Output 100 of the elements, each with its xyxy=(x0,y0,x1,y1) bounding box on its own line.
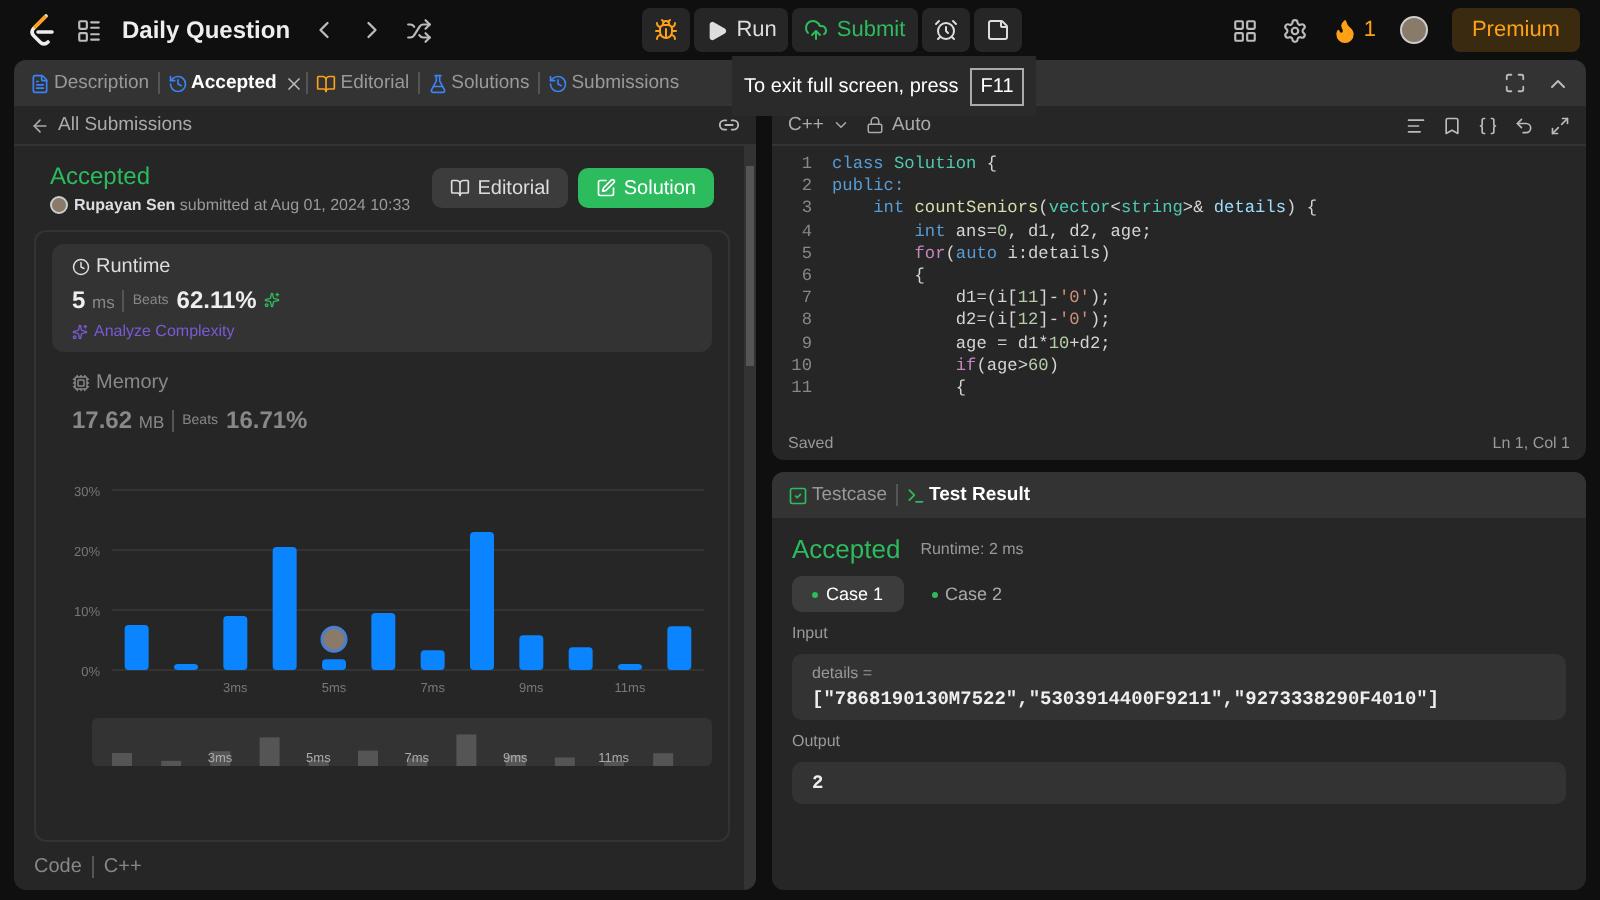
undo-icon[interactable] xyxy=(1514,115,1534,135)
code-line: d2=(i[12]-'0'); xyxy=(953,310,1111,334)
all-submissions-link[interactable]: All Submissions xyxy=(30,114,193,136)
line-number: 6 xyxy=(799,266,814,289)
line-number: 10 xyxy=(789,355,814,379)
beats-value: 16.71% xyxy=(226,406,308,434)
runtime-text: Runtime: 2 ms xyxy=(920,540,1024,558)
output-label: Output xyxy=(792,732,843,750)
runtime-value: 5 ms xyxy=(72,286,115,314)
chart-bar xyxy=(272,547,297,670)
grid-icon[interactable] xyxy=(1231,17,1258,43)
lock-icon xyxy=(865,116,884,134)
tab[interactable]: Editorial xyxy=(310,72,416,94)
submit-button[interactable]: Submit xyxy=(792,8,918,52)
bug-icon xyxy=(654,18,679,42)
fullscreen-icon[interactable] xyxy=(1504,72,1526,94)
code-line: public: xyxy=(832,176,905,199)
cloud-upload-icon xyxy=(804,18,829,42)
code-line: { xyxy=(912,266,925,289)
flame-icon xyxy=(1331,17,1358,43)
timer-button[interactable] xyxy=(921,8,970,52)
mode-button[interactable]: Auto xyxy=(865,114,932,136)
settings-icon[interactable] xyxy=(1281,17,1308,43)
flask-icon xyxy=(427,73,448,93)
line-number: 1 xyxy=(799,154,814,177)
chart-bar xyxy=(174,664,198,670)
line-number: 5 xyxy=(799,243,814,267)
clock-icon xyxy=(72,258,90,276)
case-tab[interactable]: Case 2 xyxy=(911,576,1023,612)
back-arrow-icon xyxy=(30,115,50,135)
input-value: ["7868190130M7522","5303914400F9211","9273338290F4010"] xyxy=(812,688,1442,710)
format-icon[interactable] xyxy=(1406,115,1426,135)
tab[interactable]: Test Result xyxy=(899,484,1037,506)
book-icon xyxy=(449,178,470,198)
book-icon xyxy=(316,73,337,93)
badge-icon xyxy=(264,292,281,308)
memory-value: 17.62 MB xyxy=(72,406,165,434)
expand-icon[interactable] xyxy=(1550,115,1570,135)
code-line: int ans=0, d1, d2, age; xyxy=(912,221,1152,244)
tab[interactable]: Accepted xyxy=(161,72,283,94)
checkbox-icon xyxy=(788,485,808,505)
tab[interactable]: Solutions xyxy=(421,72,536,94)
bookmark-icon[interactable] xyxy=(1442,115,1462,135)
tab[interactable]: Testcase xyxy=(782,484,893,506)
line-number: 4 xyxy=(799,221,814,244)
input-label: Input xyxy=(792,624,830,642)
history-icon xyxy=(547,73,568,93)
runtime-label: Runtime xyxy=(96,256,171,278)
code-label: Code xyxy=(34,855,82,877)
submission-meta: Rupayan Sen submitted at Aug 01, 2024 10:33 xyxy=(74,196,411,214)
premium-button[interactable]: Premium xyxy=(1451,8,1580,52)
edit-icon xyxy=(595,178,616,198)
chart-bar xyxy=(667,626,692,670)
line-number: 3 xyxy=(799,198,814,222)
play-icon xyxy=(706,19,729,41)
param-name: details = xyxy=(812,664,875,682)
code-line: age = d1*10+d2; xyxy=(953,333,1111,356)
key-label: F11 xyxy=(970,67,1024,105)
chevron-down-icon xyxy=(831,116,850,134)
language-select[interactable]: C++ xyxy=(788,114,850,136)
line-number: 8 xyxy=(799,310,814,334)
line-number: 9 xyxy=(799,333,814,356)
braces-icon[interactable] xyxy=(1478,115,1498,135)
document-icon xyxy=(30,73,50,93)
chart-bar xyxy=(420,650,445,670)
code-line: d1=(i[11]-'0'); xyxy=(953,288,1111,311)
chart-bar xyxy=(470,532,494,670)
chart-bar xyxy=(223,616,248,670)
avatar[interactable] xyxy=(1399,16,1428,44)
run-button[interactable]: Run xyxy=(694,8,789,52)
chart-bar xyxy=(618,664,642,670)
status-text: Accepted xyxy=(50,162,153,190)
tooltip-text: To exit full screen, press xyxy=(744,75,959,97)
history-icon xyxy=(167,73,188,93)
list-icon[interactable] xyxy=(76,17,102,43)
debug-button[interactable] xyxy=(642,8,691,52)
terminal-icon xyxy=(905,485,925,505)
link-icon[interactable] xyxy=(718,114,740,136)
alarm-clock-icon xyxy=(933,18,958,42)
code-line: class Solution { xyxy=(832,154,998,177)
code-line: for(auto i:details) xyxy=(912,243,1111,267)
code-line: { xyxy=(953,378,967,401)
case-tab[interactable]: Case 1 xyxy=(792,576,904,612)
line-number: 11 xyxy=(789,378,814,401)
logo-icon xyxy=(28,14,56,46)
tab[interactable]: Submissions xyxy=(541,72,686,94)
avatar xyxy=(50,196,68,214)
save-status: Saved xyxy=(788,433,834,451)
line-number: 2 xyxy=(799,176,814,199)
tab[interactable]: Description xyxy=(24,72,156,94)
shuffle-icon[interactable] xyxy=(406,17,433,43)
close-icon[interactable] xyxy=(284,73,305,93)
cursor-position: Ln 1, Col 1 xyxy=(1492,433,1570,451)
notes-button[interactable] xyxy=(973,8,1022,52)
editorial-button[interactable]: Editorial xyxy=(431,168,568,208)
chart-bar xyxy=(568,647,593,670)
beats-value: 62.11% xyxy=(176,286,257,314)
avatar-marker xyxy=(320,625,348,653)
code-line: int countSeniors(vector<string>& details) { xyxy=(871,198,1317,222)
note-icon xyxy=(985,18,1010,42)
